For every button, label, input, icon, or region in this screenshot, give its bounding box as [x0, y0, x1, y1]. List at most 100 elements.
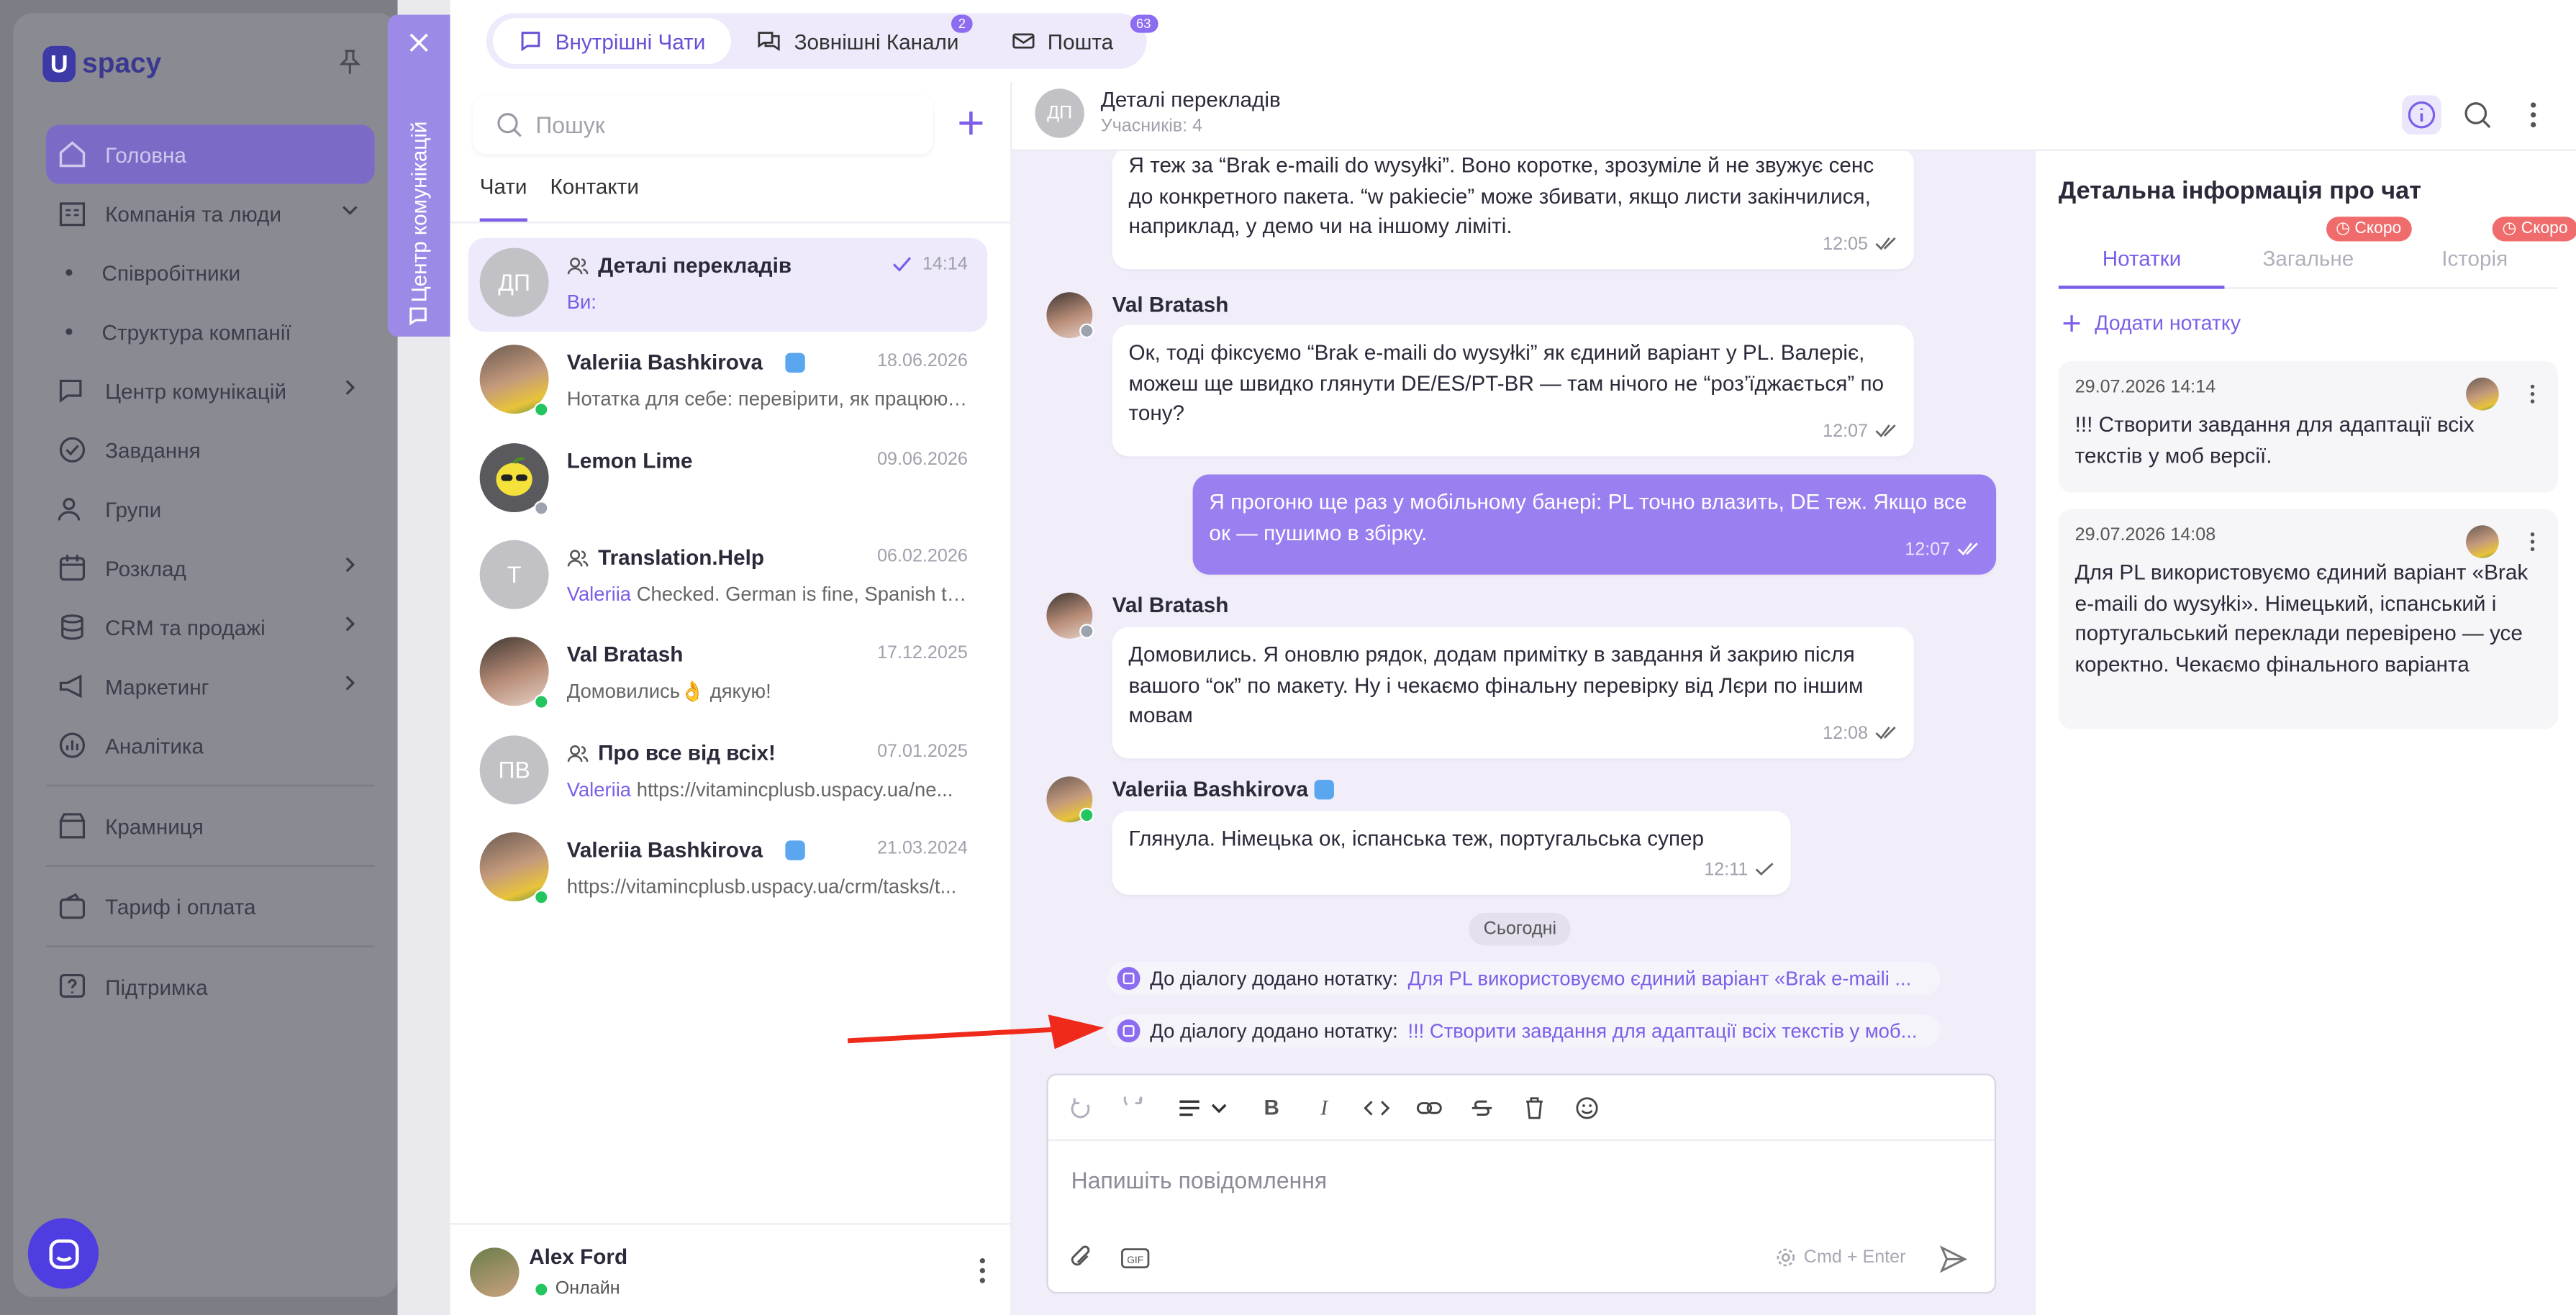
send-icon[interactable] — [1938, 1245, 1968, 1274]
building-icon — [56, 197, 89, 230]
chat-list-item[interactable]: Valeriia Bashkirova 21.03.2024 https://v… — [468, 822, 987, 916]
nav-item-home[interactable]: Головна — [45, 124, 375, 184]
pin-icon[interactable] — [338, 49, 361, 76]
sender-name[interactable]: Val Bratash — [1112, 593, 1229, 617]
chat-avatar[interactable]: ДП — [1035, 88, 1084, 138]
coins-icon — [56, 611, 89, 644]
strikethrough-icon[interactable] — [1466, 1091, 1499, 1124]
nav-item-analytics[interactable]: Аналітика — [46, 716, 375, 775]
tab-history[interactable]: Історія ◷ Скоро — [2392, 217, 2576, 287]
info-button[interactable] — [2402, 95, 2441, 135]
note-link[interactable]: !!! Створити завдання для адаптації всіх… — [1407, 1019, 1930, 1042]
user-status[interactable]: Онлайн — [535, 1279, 620, 1298]
tab-chats[interactable]: Чати — [479, 174, 527, 222]
chat-date: 17.12.2025 — [877, 643, 968, 663]
day-separator: Сьогодні — [1469, 912, 1572, 946]
soon-badge: ◷ Скоро — [2492, 217, 2576, 242]
nav-item-marketing[interactable]: Маркетинг — [46, 657, 375, 716]
chat-list-item[interactable]: Т Translation.Help 06.02.2026 Valeriia C… — [468, 530, 987, 624]
italic-icon[interactable]: I — [1307, 1091, 1341, 1124]
nav-item-billing[interactable]: Тариф і оплата — [46, 877, 375, 936]
gear-icon — [1777, 1248, 1795, 1267]
member-count[interactable]: Учасників: 4 — [1101, 117, 1202, 136]
search-input[interactable] — [535, 112, 897, 138]
nav-item-communications[interactable]: Центр комунікацій — [46, 361, 375, 420]
nav-divider — [45, 865, 375, 867]
attach-icon[interactable] — [1068, 1243, 1094, 1273]
tab-mail[interactable]: Пошта 63 — [985, 14, 1158, 64]
online-indicator — [535, 1283, 548, 1295]
help-icon — [56, 970, 89, 1004]
communication-center-tab[interactable]: Центр комунікацій — [387, 14, 450, 337]
new-chat-button[interactable] — [956, 109, 986, 138]
bold-icon[interactable]: B — [1255, 1091, 1288, 1124]
tab-general[interactable]: Загальне ◷ Скоро — [2225, 217, 2411, 287]
align-dropdown[interactable] — [1170, 1091, 1235, 1124]
preview-text: Checked. German is fine, Spanish to... — [636, 583, 968, 606]
message-time-text: 12:07 — [1823, 421, 1868, 441]
tab-notes[interactable]: Нотатки — [2058, 246, 2226, 289]
nav-label: Аналітика — [105, 732, 204, 758]
live-chat-button[interactable] — [27, 1218, 99, 1289]
tab-internal-chats[interactable]: Внутрішні Чати — [492, 18, 732, 65]
nav-item-support[interactable]: Підтримка — [46, 957, 375, 1016]
channel-tabs-bar: Внутрішні Чати Зовнішні Канали 2 Пошта 6… — [450, 0, 2576, 83]
telegram-icon — [1315, 778, 1335, 799]
nav-subitem-employees[interactable]: Співробітники — [46, 243, 375, 302]
gif-icon[interactable]: GIF — [1120, 1247, 1150, 1269]
note-link[interactable]: Для PL використовуємо єдиний варіант «Br… — [1407, 967, 1930, 990]
undo-icon[interactable] — [1065, 1091, 1098, 1124]
tab-contacts[interactable]: Контакти — [550, 174, 638, 222]
more-button[interactable] — [2513, 95, 2553, 135]
app-logo[interactable]: U spacy — [42, 45, 161, 83]
code-icon[interactable] — [1360, 1091, 1393, 1124]
own-message-bubble[interactable]: Я прогоню ще раз у мобільному банері: PL… — [1192, 474, 1997, 575]
sender-name[interactable]: Valeriia Bashkirova — [1112, 776, 1335, 801]
system-note-message[interactable]: До діалогу додано нотатку: Для PL викори… — [1107, 962, 1941, 995]
emoji-icon[interactable] — [1571, 1091, 1604, 1124]
message-input[interactable] — [1071, 1167, 1959, 1207]
more-vertical-icon[interactable] — [979, 1257, 986, 1284]
soon-badge: ◷ Скоро — [2326, 217, 2411, 242]
store-icon — [56, 809, 89, 842]
chat-list-item[interactable]: Val Bratash 17.12.2025 Домовились👌 дякую… — [468, 627, 987, 721]
chat-list-item[interactable]: Valeriia Bashkirova 18.06.2026 Нотатка д… — [468, 335, 987, 429]
more-vertical-icon[interactable] — [2530, 384, 2535, 404]
message-time-text: 12:07 — [1905, 539, 1951, 560]
nav-item-crm[interactable]: CRM та продажі — [46, 598, 375, 657]
tab-label: Загальне — [2262, 246, 2354, 271]
send-shortcut-hint[interactable]: Cmd + Enter — [1776, 1247, 1906, 1268]
search-box[interactable] — [473, 95, 933, 155]
message-bubble[interactable]: Я теж за “Brak e-maili do wysyłki”. Воно… — [1112, 147, 1914, 270]
logo-mark-icon: U — [42, 45, 76, 83]
nav-subitem-structure[interactable]: Структура компанії — [46, 302, 375, 361]
redo-icon[interactable] — [1117, 1091, 1151, 1124]
chat-list-item[interactable]: Lemon Lime 09.06.2026 — [468, 433, 987, 527]
message-bubble[interactable]: Ок, тоді фіксуємо “Brak e-maili do wysył… — [1112, 324, 1914, 457]
nav-item-groups[interactable]: Групи — [46, 479, 375, 538]
add-note-button[interactable]: Додати нотатку — [2062, 312, 2241, 335]
note-card[interactable]: 29.07.2026 14:14 !!! Створити завдання д… — [2058, 361, 2558, 493]
tab-external-channels[interactable]: Зовнішні Канали 2 — [732, 14, 985, 64]
chat-list-item[interactable]: ПВ Про все від всіх! 07.01.2025 Valeriia… — [468, 726, 987, 819]
chat-title[interactable]: Деталі перекладів — [1101, 87, 1281, 112]
more-vertical-icon[interactable] — [2530, 532, 2535, 552]
note-icon — [1117, 967, 1140, 991]
nav-item-tasks[interactable]: Завдання — [46, 420, 375, 479]
message-bubble[interactable]: Глянула. Німецька ок, іспанська теж, пор… — [1112, 811, 1791, 895]
nav-label: Тариф і оплата — [105, 893, 256, 919]
info-title: Детальна інформація про чат — [2058, 177, 2422, 206]
nav-item-company[interactable]: Компанія та люди — [46, 184, 375, 243]
message-bubble[interactable]: Домовились. Я оновлю рядок, додам приміт… — [1112, 627, 1914, 759]
link-icon[interactable] — [1413, 1091, 1446, 1124]
nav-item-schedule[interactable]: Розклад — [46, 539, 375, 598]
chat-list-item[interactable]: ДП Деталі перекладів 14:14 Ви: — [468, 237, 988, 332]
user-avatar[interactable] — [469, 1247, 520, 1297]
sender-name[interactable]: Val Bratash — [1112, 292, 1229, 317]
system-note-message[interactable]: До діалогу додано нотатку: !!! Створити … — [1107, 1014, 1941, 1047]
clear-format-icon[interactable] — [1518, 1091, 1551, 1124]
close-icon[interactable] — [407, 31, 430, 54]
search-button[interactable] — [2458, 95, 2498, 135]
note-card[interactable]: 29.07.2026 14:08 Для PL використовуємо є… — [2058, 509, 2558, 729]
nav-item-store[interactable]: Крамниця — [46, 796, 375, 855]
